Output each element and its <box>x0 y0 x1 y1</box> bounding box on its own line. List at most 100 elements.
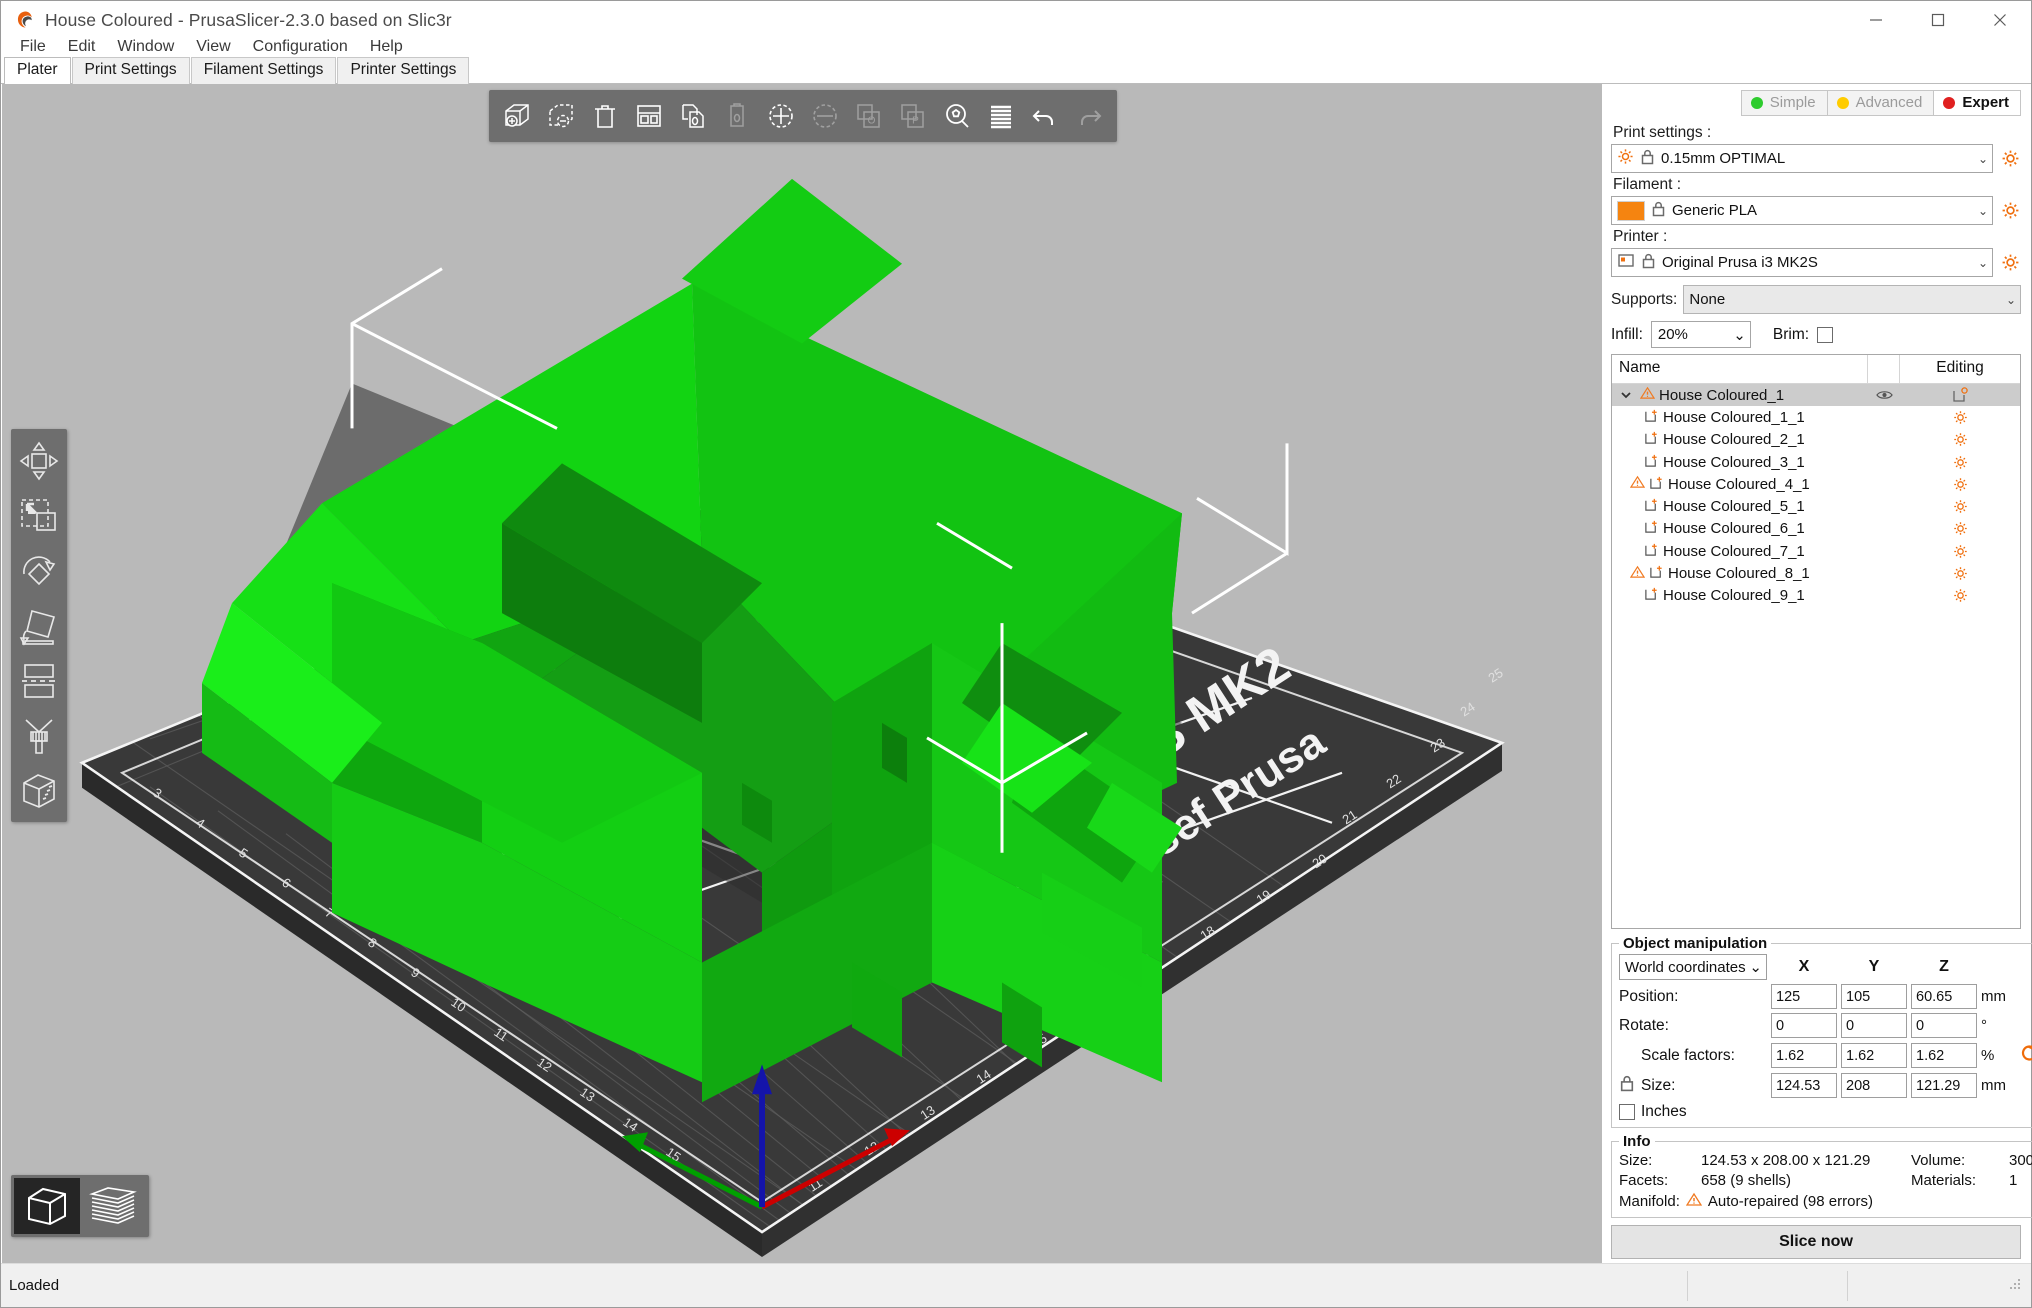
add-instance-icon[interactable] <box>759 94 803 138</box>
inches-checkbox[interactable] <box>1619 1104 1635 1120</box>
position-x-input[interactable]: 125 <box>1771 984 1837 1009</box>
editor-view-button[interactable] <box>14 1178 80 1234</box>
filament-edit-icon[interactable] <box>1999 201 2021 220</box>
object-row-name-cell[interactable]: House Coloured_7_1 <box>1612 542 1868 561</box>
slice-now-button[interactable]: Slice now <box>1611 1225 2021 1259</box>
support-painting-gizmo-icon[interactable] <box>15 708 63 763</box>
object-row-name-cell[interactable]: House Coloured_6_1 <box>1612 519 1868 538</box>
table-row[interactable]: House Coloured_7_1 <box>1612 540 2020 562</box>
tab-print-settings[interactable]: Print Settings <box>72 57 190 84</box>
size-x-input[interactable]: 124.53 <box>1771 1073 1837 1098</box>
copy-icon[interactable] <box>671 94 715 138</box>
menu-configuration[interactable]: Configuration <box>242 35 359 59</box>
object-list-body[interactable]: House Coloured_1 <box>1612 384 2020 928</box>
object-row-name-cell[interactable]: House Coloured_4_1 <box>1612 475 1868 494</box>
table-row[interactable]: House Coloured_9_1 <box>1612 585 2020 607</box>
arrange-icon[interactable] <box>627 94 671 138</box>
delete-all-icon[interactable] <box>583 94 627 138</box>
coordinate-system-combo[interactable]: World coordinates ⌄ <box>1619 954 1767 980</box>
cog-orange-icon[interactable] <box>1900 544 2020 559</box>
scale-x-input[interactable]: 1.62 <box>1771 1043 1837 1068</box>
tab-printer-settings[interactable]: Printer Settings <box>337 57 469 84</box>
cog-orange-icon[interactable] <box>1900 432 2020 447</box>
rotate-gizmo-icon[interactable] <box>15 543 63 598</box>
tab-plater[interactable]: Plater <box>4 57 71 84</box>
infill-combo[interactable]: 20% ⌄ <box>1651 321 1751 348</box>
eye-icon[interactable] <box>1868 389 1900 401</box>
brim-checkbox[interactable] <box>1817 327 1833 343</box>
chevron-down-icon[interactable]: ⌄ <box>1733 326 1746 344</box>
rotate-z-input[interactable]: 0 <box>1911 1013 1977 1038</box>
table-row[interactable]: House Coloured_8_1 <box>1612 562 2020 584</box>
menu-help[interactable]: Help <box>359 35 414 59</box>
undo-icon[interactable] <box>1023 94 1067 138</box>
split-to-parts-icon[interactable]: P <box>891 94 935 138</box>
tab-filament-settings[interactable]: Filament Settings <box>191 57 337 84</box>
mode-simple-button[interactable]: Simple <box>1741 90 1828 116</box>
object-row-name-cell[interactable]: House Coloured_5_1 <box>1612 497 1868 516</box>
resize-grip-icon[interactable] <box>2007 1276 2027 1296</box>
paste-icon[interactable] <box>715 94 759 138</box>
menu-view[interactable]: View <box>185 35 241 59</box>
cog-orange-icon[interactable] <box>1900 588 2020 603</box>
remove-instance-icon[interactable] <box>803 94 847 138</box>
position-z-input[interactable]: 60.65 <box>1911 984 1977 1009</box>
print-settings-edit-icon[interactable] <box>1999 149 2021 168</box>
cog-orange-icon[interactable] <box>1900 410 2020 425</box>
printer-edit-icon[interactable] <box>1999 253 2021 272</box>
object-row-name-cell[interactable]: House Coloured_1 <box>1612 386 1868 404</box>
object-row-name-cell[interactable]: House Coloured_8_1 <box>1612 564 1868 583</box>
place-on-face-gizmo-icon[interactable] <box>15 598 63 653</box>
variable-layer-height-icon[interactable] <box>979 94 1023 138</box>
cog-orange-icon[interactable] <box>1900 521 2020 536</box>
3d-viewport[interactable]: 11 12 13 14 15 16 17 18 19 20 21 22 23 2… <box>2 84 1603 1263</box>
redo-icon[interactable] <box>1067 94 1111 138</box>
scale-z-input[interactable]: 1.62 <box>1911 1043 1977 1068</box>
table-row[interactable]: House Coloured_1_1 <box>1612 406 2020 428</box>
table-row[interactable]: House Coloured_1 <box>1612 384 2020 406</box>
size-y-input[interactable]: 208 <box>1841 1073 1907 1098</box>
object-row-name-cell[interactable]: House Coloured_2_1 <box>1612 430 1868 449</box>
scale-gizmo-icon[interactable] <box>15 488 63 543</box>
menu-file[interactable]: File <box>9 35 57 59</box>
cog-orange-icon[interactable] <box>1900 455 2020 470</box>
cut-gizmo-icon[interactable] <box>15 653 63 708</box>
add-icon[interactable] <box>495 94 539 138</box>
mode-advanced-button[interactable]: Advanced <box>1827 90 1935 116</box>
delete-icon[interactable] <box>539 94 583 138</box>
table-row[interactable]: House Coloured_2_1 <box>1612 429 2020 451</box>
table-row[interactable]: House Coloured_4_1 <box>1612 473 2020 495</box>
split-to-objects-icon[interactable]: O <box>847 94 891 138</box>
mode-expert-button[interactable]: Expert <box>1933 90 2021 116</box>
chevron-down-icon[interactable]: ⌄ <box>1974 256 1988 270</box>
filament-combo[interactable]: Generic PLA ⌄ <box>1611 196 1993 225</box>
chevron-down-icon[interactable]: ⌄ <box>1974 204 1988 218</box>
menu-window[interactable]: Window <box>106 35 185 59</box>
move-gizmo-icon[interactable] <box>15 433 63 488</box>
search-icon[interactable] <box>935 94 979 138</box>
chevron-down-icon[interactable] <box>1616 389 1636 401</box>
settings-add-icon[interactable] <box>1900 387 2020 403</box>
reset-rotation-icon[interactable] <box>2019 1042 2032 1069</box>
supports-combo[interactable]: None ⌄ <box>1683 285 2021 314</box>
print-settings-combo[interactable]: 0.15mm OPTIMAL ⌄ <box>1611 144 1993 173</box>
chevron-down-icon[interactable]: ⌄ <box>1749 958 1762 976</box>
uniform-scale-lock-icon[interactable] <box>1619 1075 1635 1097</box>
object-row-name-cell[interactable]: House Coloured_1_1 <box>1612 408 1868 427</box>
rotate-y-input[interactable]: 0 <box>1841 1013 1907 1038</box>
size-z-input[interactable]: 121.29 <box>1911 1073 1977 1098</box>
object-row-name-cell[interactable]: House Coloured_9_1 <box>1612 586 1868 605</box>
cog-orange-icon[interactable] <box>1900 477 2020 492</box>
scale-y-input[interactable]: 1.62 <box>1841 1043 1907 1068</box>
preview-view-button[interactable] <box>80 1178 146 1234</box>
chevron-down-icon[interactable]: ⌄ <box>2002 293 2016 307</box>
position-y-input[interactable]: 105 <box>1841 984 1907 1009</box>
cog-orange-icon[interactable] <box>1900 499 2020 514</box>
table-row[interactable]: House Coloured_5_1 <box>1612 495 2020 517</box>
rotate-x-input[interactable]: 0 <box>1771 1013 1837 1038</box>
printer-combo[interactable]: Original Prusa i3 MK2S ⌄ <box>1611 248 1993 277</box>
table-row[interactable]: House Coloured_6_1 <box>1612 518 2020 540</box>
menu-edit[interactable]: Edit <box>57 35 107 59</box>
table-row[interactable]: House Coloured_3_1 <box>1612 451 2020 473</box>
seam-painting-gizmo-icon[interactable] <box>15 763 63 818</box>
